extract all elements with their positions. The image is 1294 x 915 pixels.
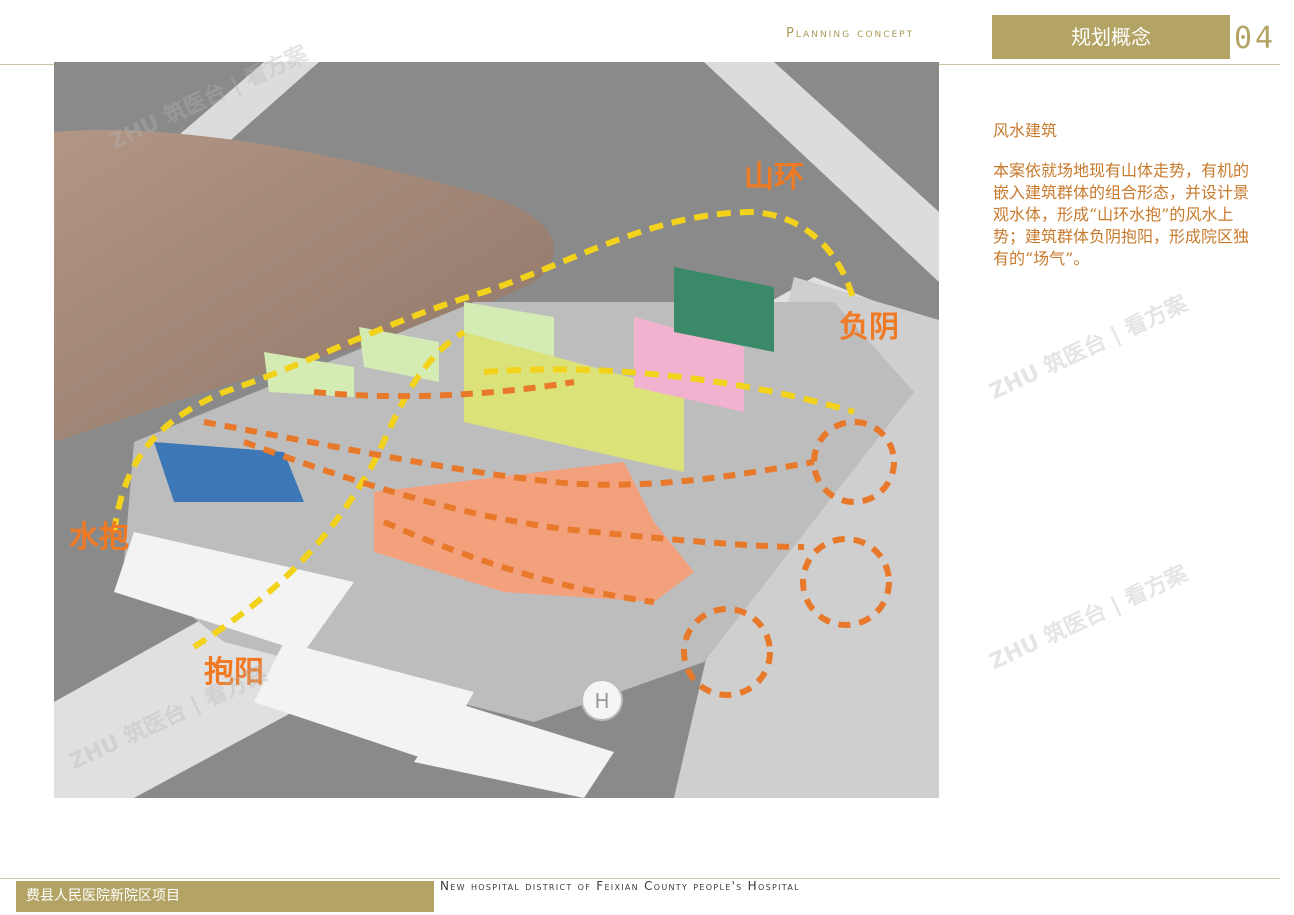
- site-plan-map: H 山环 负阴 水抱 抱阳: [54, 62, 939, 798]
- watermark: ZHU 筑医台 | 看方案: [985, 291, 1192, 406]
- footer-project-cn: 费县人民医院新院区项目: [16, 881, 434, 912]
- label-shuibao: 水抱: [69, 520, 129, 555]
- side-title: 风水建筑: [993, 121, 1058, 140]
- label-baoyang: 抱阳: [204, 655, 264, 690]
- label-fuyin: 负阴: [839, 310, 899, 345]
- page-number: 04: [1234, 21, 1277, 56]
- footer-project-en: New hospital district of Feixian County …: [440, 879, 800, 893]
- label-shanhuan: 山环: [744, 160, 804, 195]
- header-title-cn: 规划概念: [992, 15, 1230, 59]
- side-description: 本案依就场地现有山体走势，有机的嵌入建筑群体的组合形态，并设计景观水体，形成“山…: [993, 161, 1250, 268]
- watermark: ZHU 筑医台 | 看方案: [985, 561, 1192, 676]
- header-title-en: Planning concept: [786, 26, 915, 41]
- helipad-label: H: [594, 689, 609, 713]
